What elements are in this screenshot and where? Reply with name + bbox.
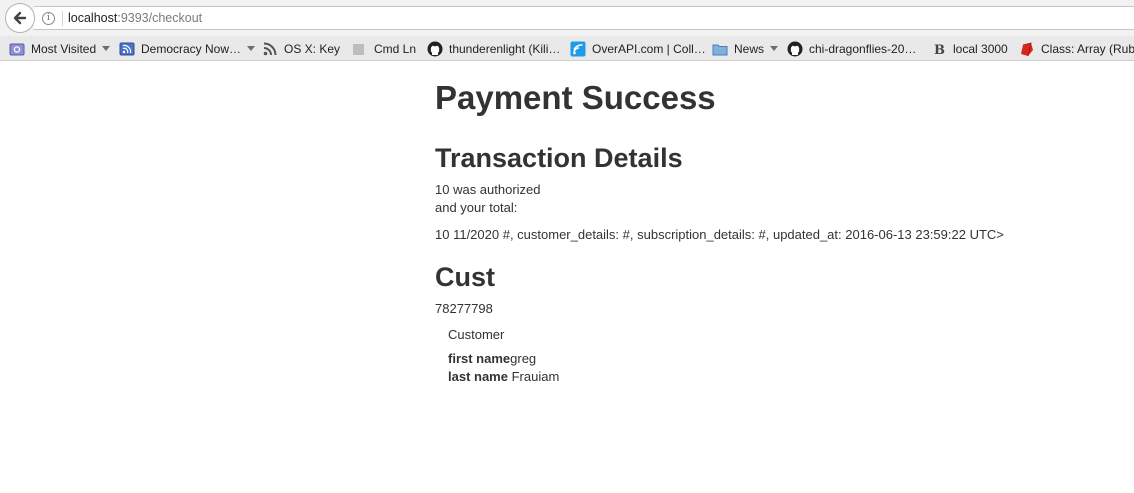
bookmark-overapi[interactable]: OverAPI.com | Coll… xyxy=(570,40,706,57)
bookmark-label: Cmd Ln xyxy=(374,41,417,56)
transaction-details-heading: Transaction Details xyxy=(435,143,683,173)
blank-page-icon xyxy=(353,43,364,55)
bookmark-most-visited[interactable]: Most Visited xyxy=(9,40,111,57)
gear-folder-icon xyxy=(9,43,25,55)
last-name-field: last name Frauiam xyxy=(448,368,559,385)
page-title: Payment Success xyxy=(435,79,716,116)
overapi-icon xyxy=(570,41,586,56)
bookmark-label: local 3000 xyxy=(953,41,1008,56)
last-name-value: Frauiam xyxy=(511,369,560,384)
bookmarks-bar: Most Visited Democracy Now… OS X: Key Cm… xyxy=(0,36,1134,61)
bookmark-label: News xyxy=(734,41,765,56)
bookmark-label: thunderenlight (Kili… xyxy=(449,41,561,56)
bookmark-label: Class: Array (Ruby xyxy=(1041,41,1134,56)
bookmark-label: OS X: Key xyxy=(284,41,341,56)
github-icon xyxy=(787,41,803,56)
bookmark-label: Democracy Now… xyxy=(141,41,242,56)
back-button[interactable] xyxy=(5,3,35,33)
bookmark-thunderenlight[interactable]: thunderenlight (Kili… xyxy=(427,40,560,57)
back-arrow-icon xyxy=(13,11,27,25)
url-path: :9393/checkout xyxy=(117,11,203,25)
bootstrap-b-icon: B xyxy=(934,43,945,57)
customer-heading: Customer xyxy=(448,327,505,342)
bookmark-chi-dragonflies[interactable]: chi-dragonflies-20… xyxy=(787,40,916,57)
cust-heading: Cust xyxy=(435,262,495,292)
address-bar[interactable]: i localhost:9393/checkout xyxy=(34,6,1134,30)
bookmark-class-array[interactable]: Class: Array (Ruby xyxy=(1019,40,1134,57)
bookmark-cmd-ln[interactable]: Cmd Ln xyxy=(352,40,416,57)
last-name-label: last name xyxy=(448,369,508,384)
first-name-value: greg xyxy=(510,351,537,366)
rss-icon xyxy=(263,42,277,55)
url-text[interactable]: localhost:9393/checkout xyxy=(68,11,202,26)
ruby-icon xyxy=(1021,41,1033,56)
transaction-details-text: 10 11/2020 #, customer_details: #, subsc… xyxy=(435,227,1004,242)
bookmark-label: OverAPI.com | Coll… xyxy=(592,41,706,56)
github-icon xyxy=(427,41,443,56)
bookmark-label: Most Visited xyxy=(31,41,97,56)
first-name-label: first name xyxy=(448,351,511,366)
browser-toolbar: i localhost:9393/checkout xyxy=(0,0,1134,36)
bookmark-label: chi-dragonflies-20… xyxy=(809,41,917,56)
bookmark-news[interactable]: News xyxy=(712,40,779,57)
first-name-field: first namegreg xyxy=(448,350,536,367)
bookmark-os-x-key[interactable]: OS X: Key xyxy=(262,40,340,57)
bookmark-democracy-now[interactable]: Democracy Now… xyxy=(119,40,256,57)
authorized-text: 10 was authorized xyxy=(435,182,541,197)
bookmark-local-3000[interactable]: B local 3000 xyxy=(931,40,1008,57)
site-info-icon[interactable]: i xyxy=(42,12,55,25)
svg-text:B: B xyxy=(934,43,945,57)
cust-id: 78277798 xyxy=(435,301,493,316)
folder-icon xyxy=(712,44,728,55)
rss-feed-icon xyxy=(119,42,135,55)
chevron-down-icon xyxy=(770,46,779,51)
chevron-down-icon xyxy=(247,46,256,51)
chevron-down-icon xyxy=(102,46,111,51)
total-text: and your total: xyxy=(435,200,518,215)
url-host: localhost xyxy=(68,11,118,25)
address-divider xyxy=(62,11,63,26)
